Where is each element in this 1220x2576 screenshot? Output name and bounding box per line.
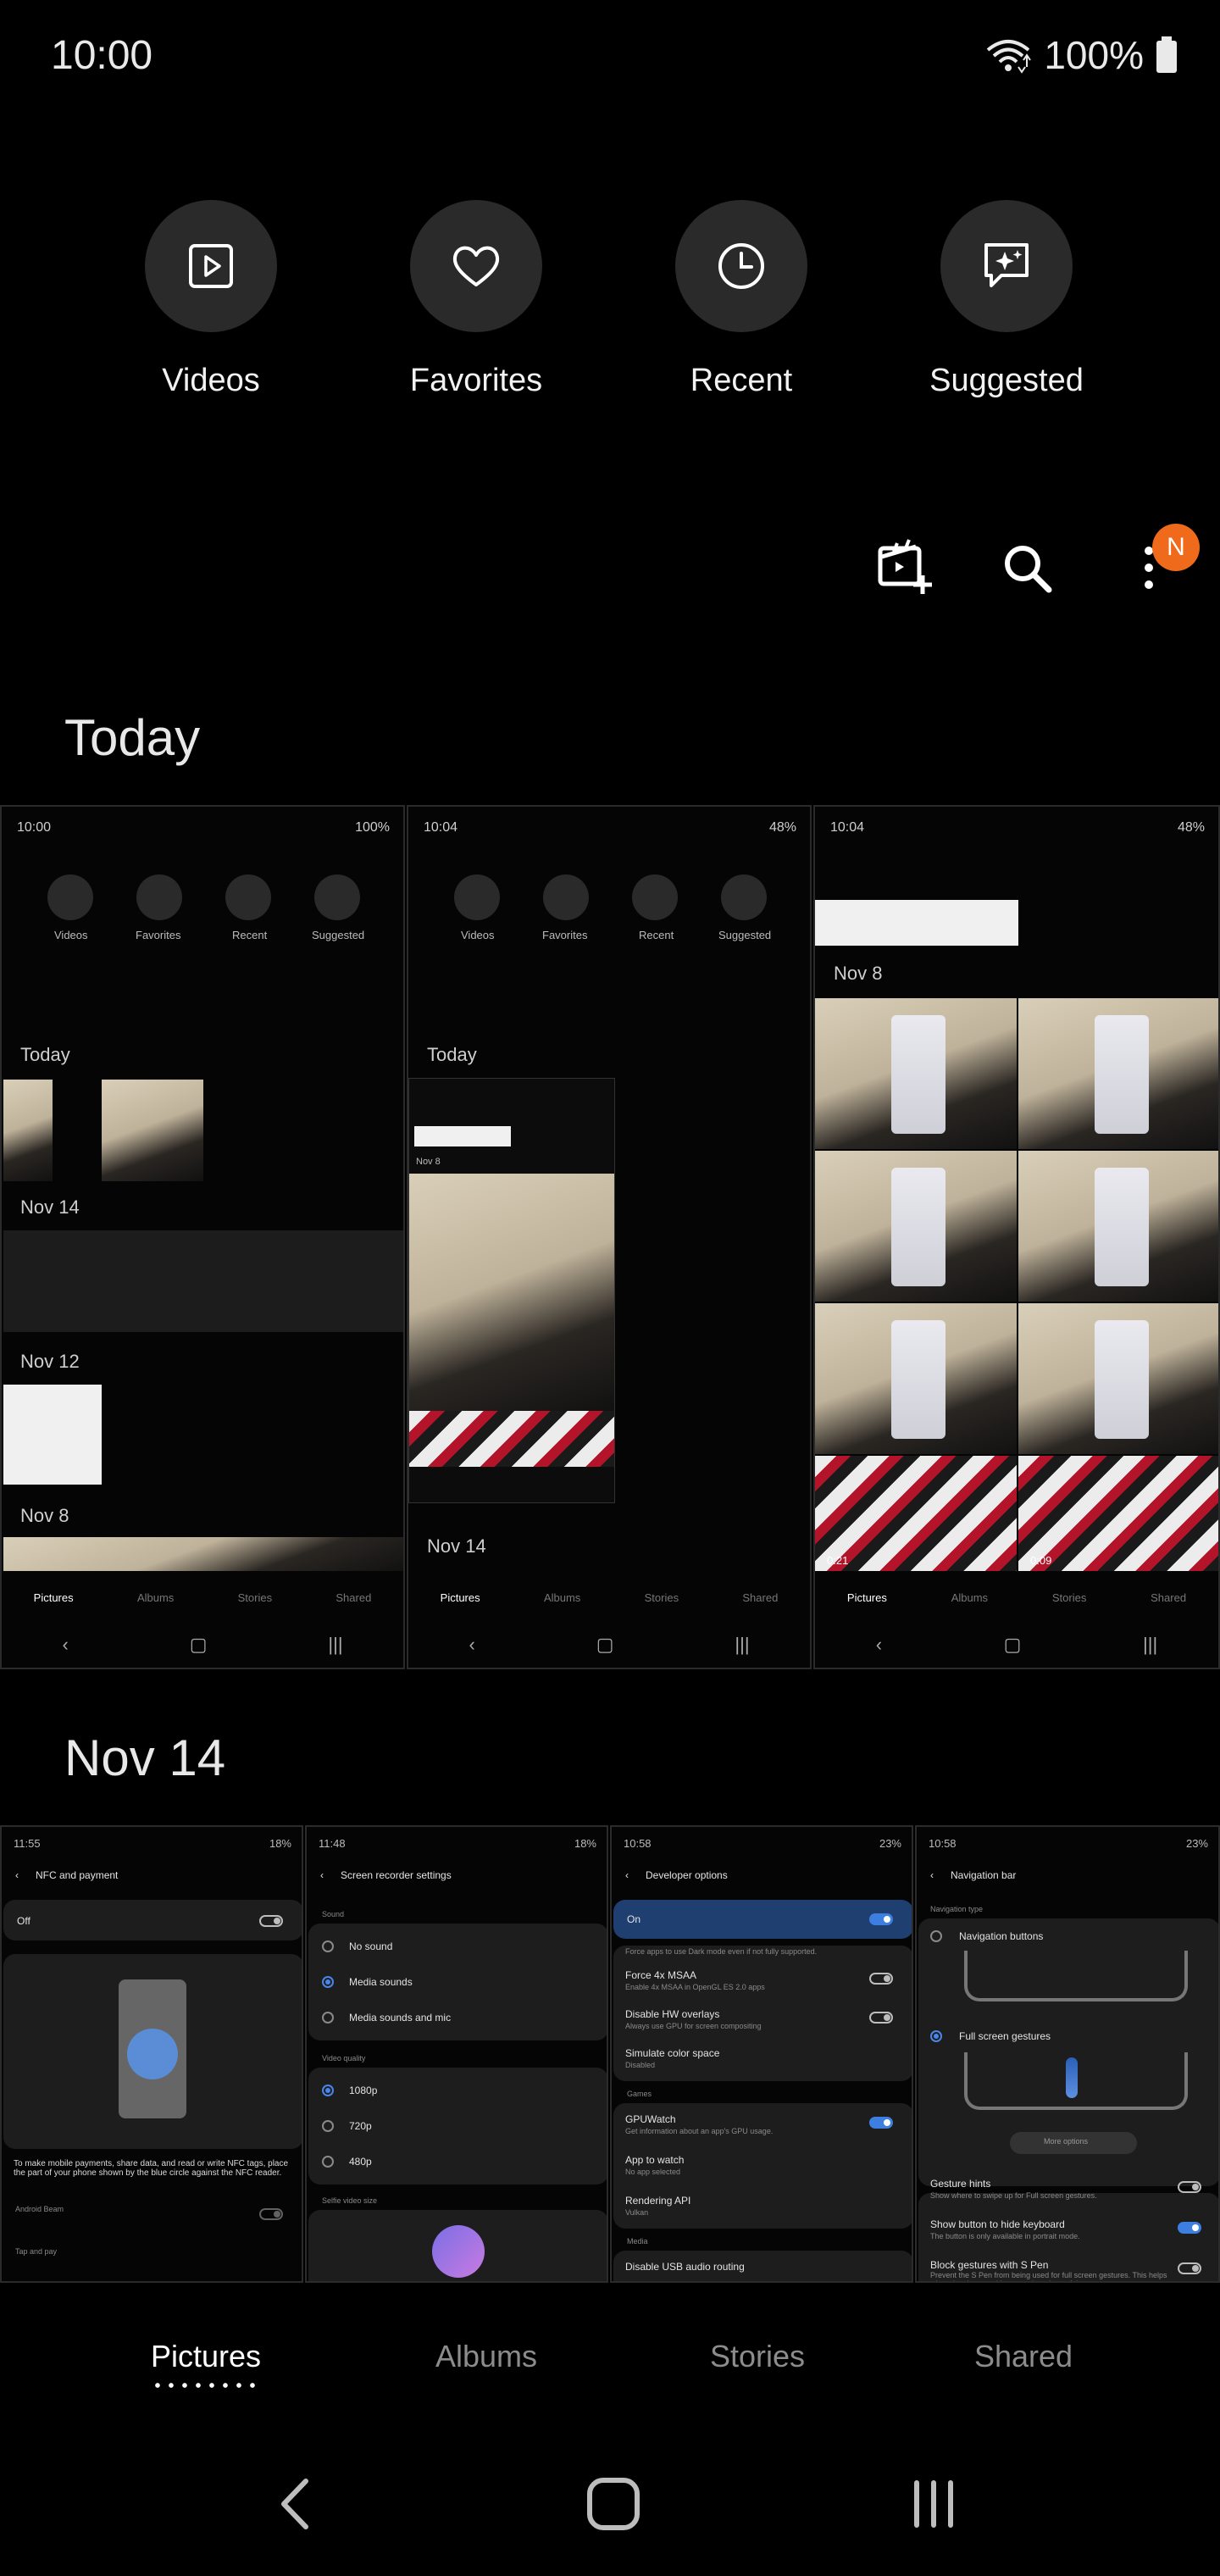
back-icon — [281, 2479, 308, 2529]
screenshot-thumbnail[interactable]: 10:58 23% ‹ Navigation bar Navigation ty… — [915, 1825, 1220, 2283]
back-button[interactable] — [274, 2474, 316, 2538]
tab-pictures[interactable]: Pictures — [150, 2339, 262, 2388]
search-button[interactable] — [993, 534, 1061, 602]
search-icon — [1005, 546, 1052, 593]
system-navigation-bar — [0, 2474, 1220, 2551]
mini-quick-circle — [47, 874, 93, 920]
recents-icon — [914, 2480, 953, 2528]
screenshot-thumbnail[interactable]: 10:00 100% Videos Favorites Recent Sugge… — [0, 805, 405, 1669]
status-icons: 100% — [984, 32, 1178, 78]
active-tab-indicator — [150, 2383, 262, 2388]
tab-albums[interactable]: Albums — [435, 2339, 537, 2374]
screenshot-thumbnail[interactable]: 10:04 48% Videos Favorites Recent Sugges… — [407, 805, 812, 1669]
recents-button[interactable] — [908, 2474, 959, 2538]
screenshot-thumbnail[interactable]: 11:48 18% ‹ Screen recorder settings Sou… — [305, 1825, 608, 2283]
quick-videos[interactable]: Videos — [101, 200, 321, 399]
mini-quick-circle — [314, 874, 360, 920]
avatar — [432, 2225, 485, 2278]
quick-label: Suggested — [929, 363, 1084, 398]
video-duration: 0:09 — [1030, 1554, 1052, 1567]
notification-badge: N — [1152, 524, 1200, 571]
movie-add-icon — [878, 539, 932, 594]
mini-quick-circle — [721, 874, 767, 920]
battery-icon — [1156, 36, 1177, 73]
screenshot-thumbnail[interactable]: 10:04 48% Nov 8 0:21 0:09 Pictures Albums… — [813, 805, 1220, 1669]
mini-quick-circle — [543, 874, 589, 920]
mini-quick-circle — [632, 874, 678, 920]
quick-suggested[interactable]: Suggested — [896, 200, 1117, 399]
quick-label: Videos — [162, 363, 260, 398]
home-button[interactable] — [584, 2474, 643, 2538]
video-duration: 0:21 — [827, 1554, 849, 1567]
status-time: 10:00 — [51, 33, 153, 78]
screenshot-thumbnail[interactable]: 10:58 23% ‹ Developer options On Force a… — [610, 1825, 913, 2283]
section-title-nov14: Nov 14 — [64, 1729, 226, 1786]
tab-stories[interactable]: Stories — [710, 2339, 805, 2374]
section-title-today: Today — [64, 709, 201, 766]
tab-shared[interactable]: Shared — [974, 2339, 1073, 2374]
bottom-tab-bar: Pictures Albums Stories Shared — [0, 2339, 1220, 2407]
screenshot-thumbnail[interactable]: 11:55 18% ‹ NFC and payment Off To make … — [0, 1825, 303, 2283]
clock-icon — [718, 243, 764, 289]
status-bar: 10:00 100% — [0, 0, 1220, 119]
quick-recent[interactable]: Recent — [631, 200, 851, 399]
wifi-icon — [987, 40, 1032, 74]
heart-icon — [452, 246, 500, 286]
create-movie-button[interactable] — [871, 534, 939, 602]
mini-quick-circle — [225, 874, 271, 920]
toolbar: N — [871, 524, 1200, 602]
quick-favorites[interactable]: Favorites — [366, 200, 586, 399]
more-options-button[interactable]: N — [1115, 524, 1200, 602]
quick-label: Favorites — [409, 363, 543, 398]
battery-percent: 100% — [1044, 33, 1144, 77]
quick-label: Recent — [690, 363, 793, 398]
mini-quick-circle — [454, 874, 500, 920]
sparkle-chat-icon — [984, 243, 1029, 287]
mini-quick-circle — [136, 874, 182, 920]
home-icon — [587, 2478, 640, 2530]
play-square-icon — [189, 244, 233, 288]
